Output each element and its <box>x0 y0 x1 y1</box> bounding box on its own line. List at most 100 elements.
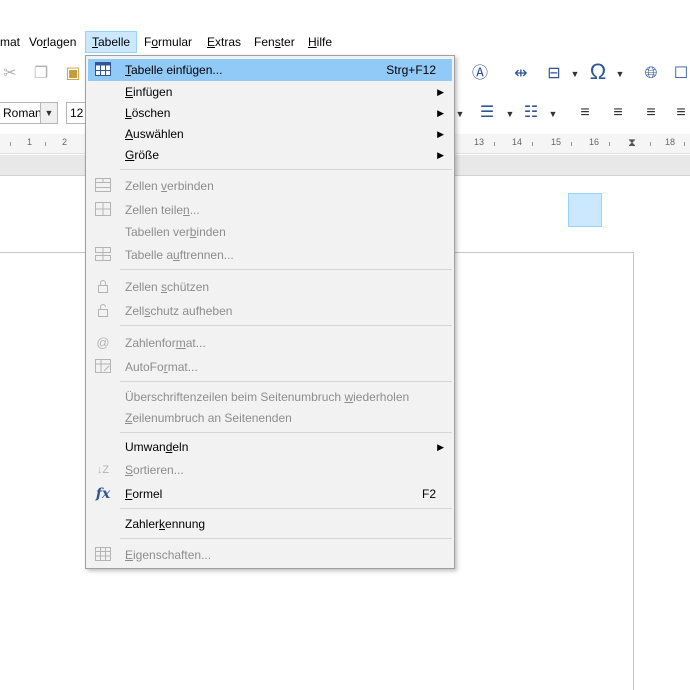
menu-item-zellen-verbinden: Zellen verbinden <box>88 175 452 197</box>
submenu-arrow-icon: ▶ <box>437 442 444 452</box>
menu-separator <box>120 432 452 433</box>
align-right-icon[interactable]: ≡ <box>639 101 663 125</box>
ruler-tick <box>10 142 11 146</box>
menu-item-label: Formel <box>125 487 163 501</box>
hyperlink-icon[interactable]: 🌐︎ <box>638 62 664 86</box>
menu-item-label: Tabelle auftrennen... <box>125 248 234 262</box>
dropdown-arrow-icon[interactable]: ▼ <box>504 102 516 126</box>
menu-item-zellschutz-aufheben: Zellschutz aufheben <box>88 300 452 322</box>
ruler-number: 2 <box>62 137 68 147</box>
split-cells-icon <box>94 202 112 218</box>
properties-icon <box>94 547 112 563</box>
menu-fenster[interactable]: Fenster <box>248 31 301 53</box>
menu-separator <box>120 508 452 509</box>
ruler-tick <box>650 142 651 146</box>
menu-item-sortieren: ↓Z Sortieren... <box>88 459 452 481</box>
menu-extras[interactable]: Extras <box>201 31 247 53</box>
paste-icon[interactable]: ▣ <box>62 62 84 86</box>
menu-item-label: Zellen teilen... <box>125 203 200 217</box>
menu-item-tabelle-einfuegen[interactable]: Tabelle einfügen... Strg+F12 <box>88 59 452 81</box>
split-table-icon <box>94 247 112 263</box>
shortcut-label: F2 <box>421 487 436 501</box>
menu-formular[interactable]: Formular <box>138 31 198 53</box>
menu-item-label: Umwandeln <box>125 440 189 454</box>
table-insert-icon <box>94 62 112 78</box>
menu-item-auswaehlen[interactable]: Auswählen ▶ <box>88 123 452 145</box>
submenu-arrow-icon: ▶ <box>437 87 444 97</box>
numbered-list-icon[interactable]: ☷ <box>519 101 543 125</box>
menu-item-label: Zellschutz aufheben <box>125 304 233 318</box>
field-icon[interactable]: ⊟ <box>543 62 565 86</box>
ruler-tick <box>45 142 46 146</box>
indent-marker-icon[interactable]: ⧗ <box>626 131 638 155</box>
menubar: mat Vorlagen Tabelle Formular Extras Fen… <box>0 28 690 55</box>
menu-item-zeilenumbruch: Zeilenumbruch an Seitenenden <box>88 407 452 429</box>
menu-item-label: Sortieren... <box>125 463 184 477</box>
menu-item-einfuegen[interactable]: Einfügen ▶ <box>88 81 452 103</box>
menu-item-label: Eigenschaften... <box>125 548 212 562</box>
font-size-input[interactable]: 12 <box>66 102 86 124</box>
menu-item-tabellen-verbinden: Tabellen verbinden <box>88 221 452 243</box>
menu-separator <box>120 169 452 170</box>
align-left-icon: ≡ <box>580 104 590 121</box>
menu-tabelle[interactable]: Tabelle <box>85 31 138 53</box>
ruler-number: 1 <box>27 137 33 147</box>
autoformat-icon <box>94 359 112 375</box>
dropdown-arrow-icon[interactable]: ▼ <box>547 102 559 126</box>
footnote-icon[interactable]: ☐ <box>672 62 690 86</box>
copy-icon[interactable]: ❐ <box>30 62 52 86</box>
ruler-number: 13 <box>474 137 485 147</box>
menu-hilfe[interactable]: Hilfe <box>302 31 338 53</box>
unlock-icon <box>94 303 112 319</box>
merge-cells-icon <box>94 178 112 194</box>
menu-item-ueberschriftenzeilen: Überschriftenzeilen beim Seitenumbruch w… <box>88 386 452 408</box>
font-name-input[interactable]: Roman <box>0 102 41 124</box>
menu-item-zellen-schuetzen: Zellen schützen <box>88 276 452 298</box>
lock-icon <box>94 279 112 295</box>
ruler-number: 14 <box>512 137 523 147</box>
menu-item-zahlerkennung[interactable]: Zahlerkennung <box>88 513 452 535</box>
page-break-icon[interactable]: ⇹ <box>508 62 534 86</box>
menu-item-groesse[interactable]: Größe ▶ <box>88 144 452 166</box>
submenu-arrow-icon: ▶ <box>437 129 444 139</box>
ruler-number: 18 <box>665 137 676 147</box>
dropdown-arrow-icon[interactable]: ▼ <box>614 62 626 86</box>
menu-item-formel[interactable]: fx Formel F2 <box>88 483 452 505</box>
text-box-icon[interactable]: Ⓐ <box>468 62 492 86</box>
cut-icon[interactable]: ✂ <box>0 62 20 86</box>
align-left-button[interactable] <box>568 193 602 227</box>
menu-separator <box>120 325 452 326</box>
font-name-dropdown-icon[interactable]: ▼ <box>40 102 58 124</box>
number-format-icon: @ <box>96 335 110 350</box>
submenu-arrow-icon: ▶ <box>437 150 444 160</box>
menu-item-label: Tabellen verbinden <box>125 225 226 239</box>
menu-item-tabelle-auftrennen: Tabelle auftrennen... <box>88 244 452 266</box>
menu-separator <box>120 269 452 270</box>
ruler-tick <box>609 142 610 146</box>
dropdown-arrow-icon[interactable]: ▼ <box>569 62 581 86</box>
tabelle-dropdown-menu: Tabelle einfügen... Strg+F12 Einfügen ▶ … <box>85 55 455 569</box>
justify-icon[interactable]: ≡ <box>672 101 690 125</box>
menu-item-eigenschaften: Eigenschaften... <box>88 544 452 566</box>
menu-item-autoformat: AutoFormat... <box>88 356 452 378</box>
menu-item-label: Zahlerkennung <box>125 517 206 531</box>
bullet-list-icon[interactable]: ☰ <box>475 101 499 125</box>
menu-item-label: Tabelle einfügen... <box>125 63 223 77</box>
menu-item-label: Zellen schützen <box>125 280 210 294</box>
menu-vorlagen[interactable]: Vorlagen <box>23 31 82 53</box>
menu-item-label: Zellen verbinden <box>125 179 214 193</box>
align-center-icon[interactable]: ≡ <box>606 101 630 125</box>
special-character-icon[interactable]: Ω <box>585 60 611 84</box>
menu-item-label: Größe <box>125 148 160 162</box>
menu-item-label: Einfügen <box>125 85 173 99</box>
menu-item-label: Zahlenformat... <box>125 336 206 350</box>
menu-item-loeschen[interactable]: Löschen ▶ <box>88 102 452 124</box>
menu-item-zellen-teilen: Zellen teilen... <box>88 199 452 221</box>
menu-item-label: Auswählen <box>125 127 184 141</box>
menu-item-zahlenformat: @ Zahlenformat... <box>88 332 452 354</box>
menu-item-label: Löschen <box>125 106 171 120</box>
shortcut-label: Strg+F12 <box>386 63 436 77</box>
dropdown-arrow-icon[interactable]: ▼ <box>455 102 465 126</box>
menu-item-umwandeln[interactable]: Umwandeln ▶ <box>88 436 452 458</box>
menu-separator <box>120 381 452 382</box>
